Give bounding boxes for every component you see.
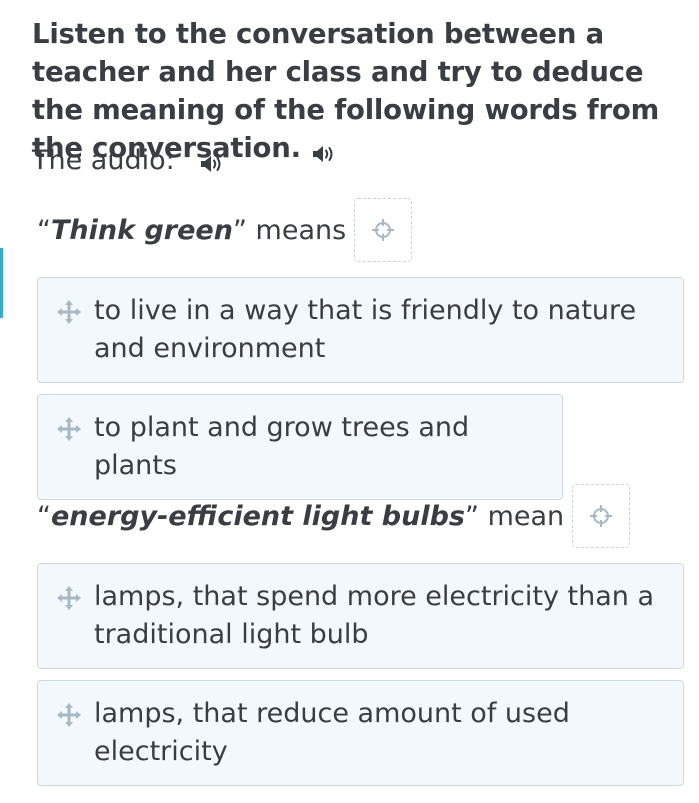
audio-label: The audio: [32,144,175,176]
answer-dropzone[interactable] [572,484,631,548]
close-quote: ” [232,214,247,246]
drag-move-icon[interactable] [56,299,82,325]
focus-indicator [0,248,3,318]
open-quote: “ [37,214,51,246]
target-icon [372,219,395,241]
drag-move-icon[interactable] [56,585,82,611]
target-icon [590,505,613,527]
answer-option[interactable]: lamps, that reduce amount of used electr… [37,680,684,786]
question-term: Think green [51,214,233,246]
drag-move-icon[interactable] [56,702,82,728]
answer-dropzone[interactable] [354,198,413,262]
option-text: lamps, that spend more electricity than … [94,581,655,650]
question-verb: means [246,214,347,246]
audio-row: The audio: [32,140,225,180]
speaker-icon[interactable] [199,150,225,172]
exercise-page: Listen to the conversation between a tea… [0,0,699,803]
drag-move-icon[interactable] [56,416,82,442]
option-text: to live in a way that is friendly to nat… [94,295,637,364]
question-1: “Think green” means [37,198,413,262]
answer-option[interactable]: lamps, that spend more electricity than … [37,563,684,669]
option-text: lamps, that reduce amount of used electr… [94,698,570,767]
answer-option[interactable]: to live in a way that is friendly to nat… [37,277,684,383]
open-quote: “ [37,500,51,532]
option-text: to plant and grow trees and plants [94,412,470,481]
question-2: “energy-efficient light bulbs” mean [37,484,631,548]
close-quote: ” [465,500,479,532]
question-verb: mean [479,500,565,532]
speaker-icon[interactable] [311,136,337,162]
question-term: energy-efficient light bulbs [51,500,465,532]
